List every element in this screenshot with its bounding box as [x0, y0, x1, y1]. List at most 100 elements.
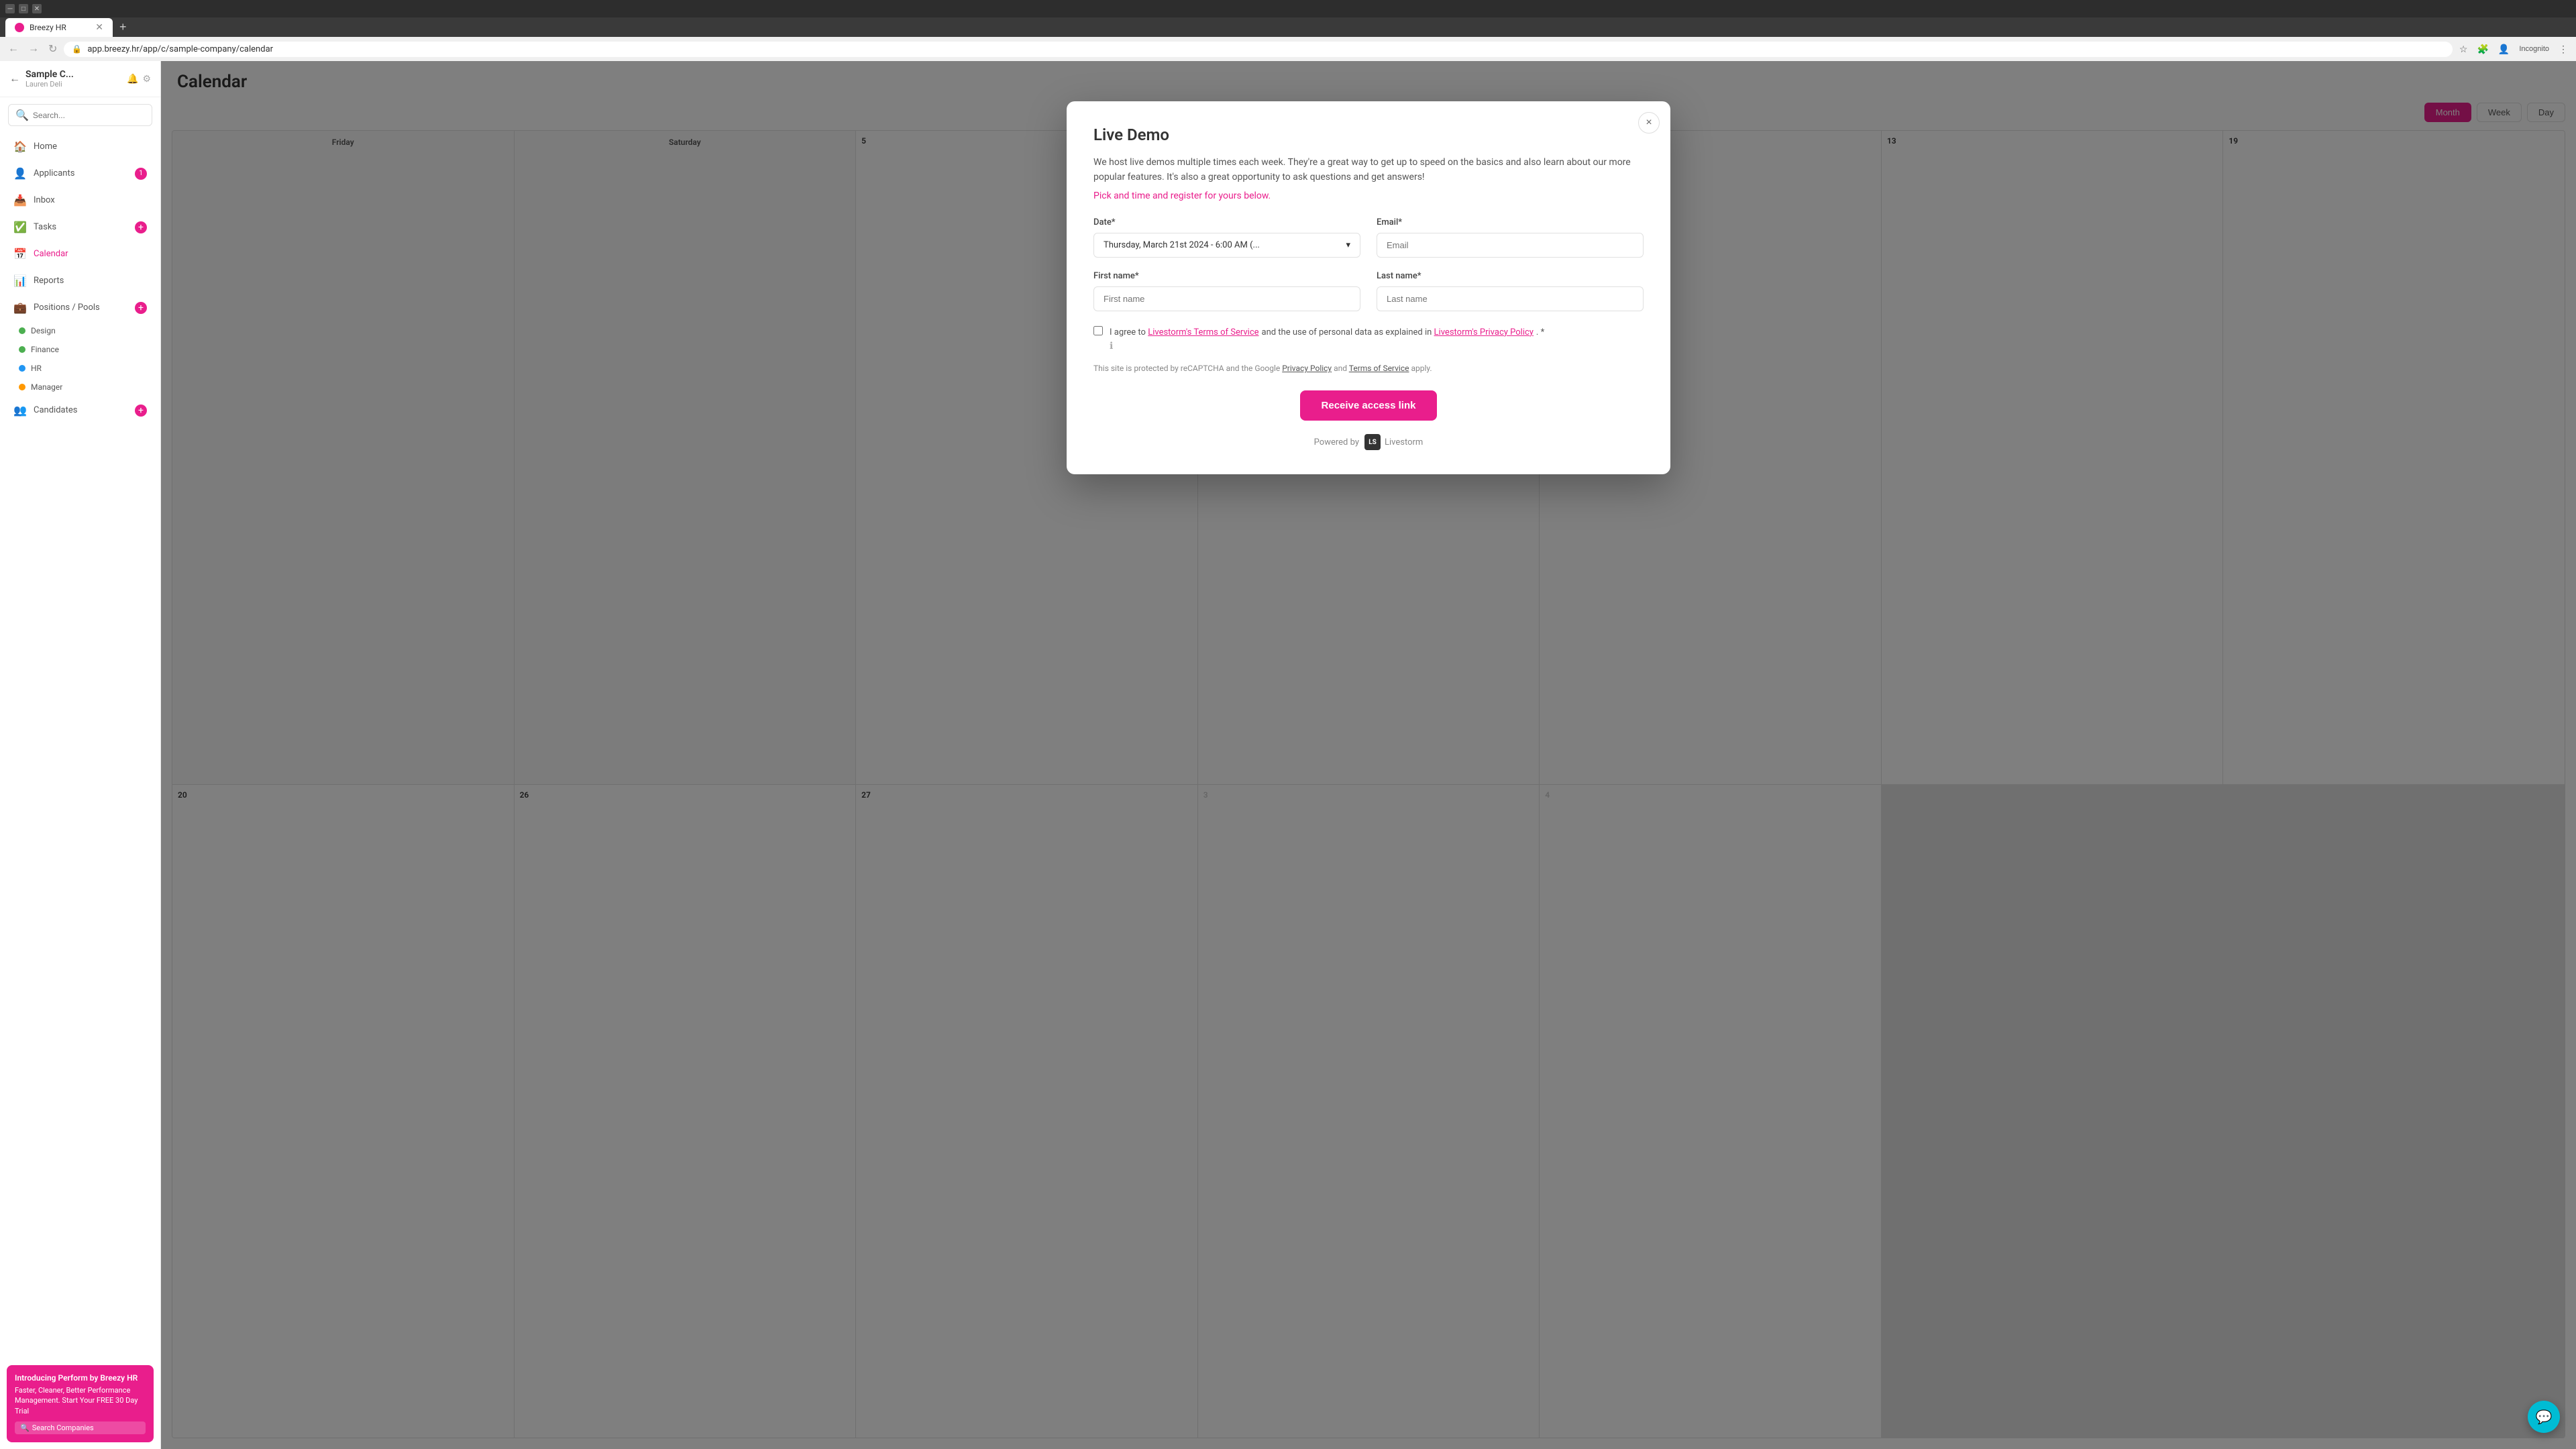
sidebar-header: ← Sample C... Lauren Deli 🔔 ⚙: [0, 61, 160, 97]
sidebar-item-reports[interactable]: 📊 Reports: [4, 268, 156, 294]
form-group-last-name: Last name*: [1377, 271, 1644, 311]
browser-chrome: ─ □ ✕: [0, 0, 2576, 17]
search-box[interactable]: 🔍: [8, 104, 152, 126]
livestorm-icon: LS: [1364, 434, 1381, 450]
terms-link2[interactable]: Livestorm's Privacy Policy: [1434, 327, 1534, 337]
toolbar-icons: ☆ 🧩 👤 Incognito ⋮: [2457, 41, 2571, 58]
reports-icon: 📊: [13, 274, 27, 287]
terms-checkbox[interactable]: [1093, 326, 1103, 335]
modal-close-button[interactable]: ×: [1638, 112, 1660, 133]
promo-description: Faster, Cleaner, Better Performance Mana…: [15, 1385, 146, 1416]
terms-end: . *: [1536, 327, 1544, 337]
toolbar-row: ← → ↻ 🔒 app.breezy.hr/app/c/sample-compa…: [0, 37, 2576, 61]
modal-sub-text: Pick and time and register for yours bel…: [1093, 191, 1644, 201]
applicants-icon: 👤: [13, 167, 27, 180]
modal-overlay[interactable]: × Live Demo We host live demos multiple …: [161, 61, 2576, 1449]
sidebar-bottom: Introducing Perform by Breezy HR Faster,…: [0, 1358, 160, 1449]
submit-button[interactable]: Receive access link: [1300, 390, 1438, 421]
extensions-button[interactable]: 🧩: [2474, 41, 2491, 58]
company-name: Sample C...: [25, 69, 121, 80]
forward-button[interactable]: →: [25, 40, 42, 58]
reload-button[interactable]: ↻: [46, 40, 60, 58]
terms-mid: and the use of personal data as explaine…: [1262, 327, 1434, 337]
maximize-button[interactable]: □: [19, 4, 28, 13]
sidebar: ← Sample C... Lauren Deli 🔔 ⚙ 🔍 🏠 Home 👤…: [0, 61, 161, 1449]
last-name-input[interactable]: [1377, 286, 1644, 311]
profile-button[interactable]: 👤: [2496, 41, 2512, 58]
search-companies-icon: 🔍: [20, 1424, 30, 1432]
tab-title: Breezy HR: [30, 23, 66, 32]
email-input[interactable]: [1377, 233, 1644, 258]
app-container: ← Sample C... Lauren Deli 🔔 ⚙ 🔍 🏠 Home 👤…: [0, 61, 2576, 1449]
sidebar-icons: 🔔 ⚙: [127, 73, 151, 85]
info-icon: ℹ: [1110, 341, 1113, 352]
livestorm-name: Livestorm: [1385, 437, 1423, 447]
tab-favicon: [15, 23, 24, 32]
back-button[interactable]: ←: [5, 40, 21, 58]
candidates-icon: 👥: [13, 404, 27, 417]
form-row-names: First name* Last name*: [1093, 271, 1644, 311]
sidebar-sub-design[interactable]: Design: [0, 321, 160, 340]
sidebar-item-label-reports: Reports: [34, 276, 64, 286]
first-name-input[interactable]: [1093, 286, 1360, 311]
search-icon: 🔍: [15, 109, 29, 121]
sidebar-item-home[interactable]: 🏠 Home: [4, 133, 156, 160]
sidebar-sub-hr[interactable]: HR: [0, 359, 160, 378]
privacy-policy-link[interactable]: Privacy Policy: [1282, 364, 1332, 373]
tasks-icon: ✅: [13, 221, 27, 233]
sidebar-back-button[interactable]: ←: [9, 73, 20, 85]
bookmark-button[interactable]: ☆: [2457, 41, 2471, 58]
manager-dot: [19, 384, 25, 390]
date-select[interactable]: Thursday, March 21st 2024 - 6:00 AM (...…: [1093, 233, 1360, 258]
notifications-button[interactable]: 🔔: [127, 73, 138, 85]
positions-icon: 💼: [13, 301, 27, 314]
sidebar-item-label-candidates: Candidates: [34, 405, 77, 415]
settings-button[interactable]: ⚙: [142, 73, 151, 85]
menu-button[interactable]: ⋮: [2556, 41, 2571, 58]
calendar-icon: 📅: [13, 248, 27, 260]
promo-box: Introducing Perform by Breezy HR Faster,…: [7, 1365, 154, 1442]
terms-link1[interactable]: Livestorm's Terms of Service: [1148, 327, 1258, 337]
sidebar-item-label-tasks: Tasks: [34, 222, 56, 232]
livestorm-logo: LS Livestorm: [1364, 434, 1423, 450]
minimize-button[interactable]: ─: [5, 4, 15, 13]
close-button[interactable]: ✕: [32, 4, 42, 13]
address-area: ← → ↻ 🔒 app.breezy.hr/app/c/sample-compa…: [5, 40, 2453, 58]
sidebar-sub-manager[interactable]: Manager: [0, 378, 160, 396]
inbox-icon: 📥: [13, 194, 27, 207]
chat-bubble[interactable]: 💬: [2528, 1401, 2560, 1433]
address-bar[interactable]: 🔒 app.breezy.hr/app/c/sample-company/cal…: [64, 42, 2453, 57]
design-dot: [19, 327, 25, 334]
promo-button[interactable]: 🔍 Search Companies: [15, 1421, 146, 1434]
form-group-email: Email*: [1377, 217, 1644, 258]
terms-checkbox-row: I agree to Livestorm's Terms of Service …: [1093, 325, 1644, 352]
sidebar-item-inbox[interactable]: 📥 Inbox: [4, 187, 156, 213]
terms-text: I agree to Livestorm's Terms of Service …: [1110, 325, 1544, 352]
active-tab[interactable]: Breezy HR ✕: [5, 18, 113, 37]
sidebar-sub-finance[interactable]: Finance: [0, 340, 160, 359]
hr-dot: [19, 365, 25, 372]
promo-btn-label: Search Companies: [32, 1424, 94, 1432]
recaptcha-text: This site is protected by reCAPTCHA and …: [1093, 362, 1644, 374]
terms-of-service-link[interactable]: Terms of Service: [1349, 364, 1409, 373]
form-group-first-name: First name*: [1093, 271, 1360, 311]
sidebar-nav: 🏠 Home 👤 Applicants 1 📥 Inbox ✅ Tasks + …: [0, 133, 160, 424]
sidebar-item-label-calendar: Calendar: [34, 249, 68, 259]
form-group-date: Date* Thursday, March 21st 2024 - 6:00 A…: [1093, 217, 1360, 258]
search-input[interactable]: [33, 111, 145, 120]
new-tab-button[interactable]: +: [114, 17, 132, 37]
sidebar-item-applicants[interactable]: 👤 Applicants 1: [4, 160, 156, 186]
sidebar-sub-label-finance: Finance: [31, 345, 59, 354]
promo-title: Introducing Perform by Breezy HR: [15, 1373, 146, 1383]
sidebar-item-candidates[interactable]: 👥 Candidates +: [4, 397, 156, 423]
close-tab-button[interactable]: ✕: [95, 22, 103, 33]
applicants-badge: 1: [135, 168, 147, 180]
url-text[interactable]: app.breezy.hr/app/c/sample-company/calen…: [87, 44, 273, 54]
sidebar-item-positions[interactable]: 💼 Positions / Pools +: [4, 294, 156, 321]
sidebar-item-tasks[interactable]: ✅ Tasks +: [4, 214, 156, 240]
home-icon: 🏠: [13, 140, 27, 153]
sidebar-item-calendar[interactable]: 📅 Calendar: [4, 241, 156, 267]
sidebar-sub-label-design: Design: [31, 326, 56, 335]
chevron-down-icon: ▾: [1346, 240, 1350, 250]
date-label: Date*: [1093, 217, 1360, 227]
